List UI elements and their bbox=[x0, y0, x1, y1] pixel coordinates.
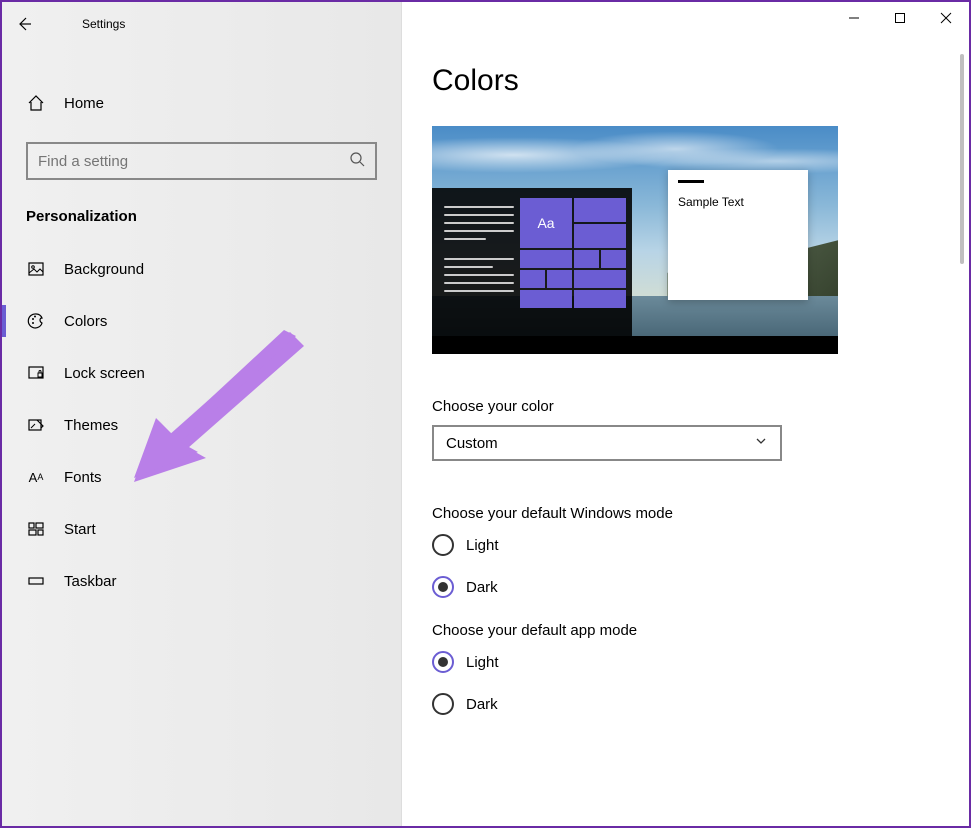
windows-mode-group: Light Dark bbox=[432, 534, 919, 598]
sidebar-item-taskbar[interactable]: Taskbar bbox=[2, 555, 401, 607]
palette-icon bbox=[26, 311, 46, 331]
back-button[interactable] bbox=[2, 2, 46, 46]
preview-tile-aa: Aa bbox=[520, 198, 572, 248]
scrollbar[interactable] bbox=[957, 54, 967, 824]
category-header: Personalization bbox=[26, 208, 377, 225]
radio-windows-dark[interactable]: Dark bbox=[432, 576, 919, 598]
sidebar-item-background[interactable]: Background bbox=[2, 243, 401, 295]
picture-icon bbox=[26, 259, 46, 279]
taskbar-icon bbox=[26, 571, 46, 591]
radio-icon bbox=[432, 651, 454, 673]
window-title: Settings bbox=[82, 17, 125, 31]
radio-app-dark[interactable]: Dark bbox=[432, 693, 919, 715]
scrollbar-thumb[interactable] bbox=[960, 54, 964, 264]
content-area: Colors Aa bbox=[402, 2, 969, 826]
chevron-down-icon bbox=[754, 434, 768, 453]
windows-mode-label: Choose your default Windows mode bbox=[432, 505, 919, 522]
home-nav[interactable]: Home bbox=[2, 84, 401, 122]
themes-icon bbox=[26, 415, 46, 435]
radio-icon bbox=[432, 576, 454, 598]
sidebar-item-label: Taskbar bbox=[64, 573, 117, 590]
search-icon bbox=[349, 151, 365, 172]
sidebar: Settings Home Personalization Background… bbox=[2, 2, 402, 826]
radio-windows-light[interactable]: Light bbox=[432, 534, 919, 556]
app-mode-group: Light Dark bbox=[432, 651, 919, 715]
settings-window: Settings Home Personalization Background… bbox=[0, 0, 971, 828]
sidebar-item-label: Colors bbox=[64, 313, 107, 330]
home-icon bbox=[26, 94, 46, 112]
home-label: Home bbox=[64, 95, 104, 112]
dropdown-value: Custom bbox=[446, 435, 498, 452]
sidebar-item-label: Lock screen bbox=[64, 365, 145, 382]
page-title: Colors bbox=[432, 64, 919, 98]
color-preview: Aa Sample Text bbox=[432, 126, 838, 354]
sidebar-item-label: Background bbox=[64, 261, 144, 278]
radio-label: Light bbox=[466, 537, 499, 554]
sidebar-item-label: Fonts bbox=[64, 469, 102, 486]
radio-app-light[interactable]: Light bbox=[432, 651, 919, 673]
sidebar-item-label: Themes bbox=[64, 417, 118, 434]
radio-label: Dark bbox=[466, 696, 498, 713]
preview-sample-text: Sample Text bbox=[678, 195, 798, 209]
titlebar: Settings bbox=[2, 2, 401, 46]
sidebar-item-lock-screen[interactable]: Lock screen bbox=[2, 347, 401, 399]
radio-label: Dark bbox=[466, 579, 498, 596]
minimize-button[interactable] bbox=[831, 2, 877, 34]
fonts-icon: AA bbox=[26, 467, 46, 487]
search-box[interactable] bbox=[26, 142, 377, 180]
app-mode-label: Choose your default app mode bbox=[432, 622, 919, 639]
preview-sample-window: Sample Text bbox=[668, 170, 808, 300]
sidebar-item-label: Start bbox=[64, 521, 96, 538]
sidebar-item-start[interactable]: Start bbox=[2, 503, 401, 555]
sidebar-item-themes[interactable]: Themes bbox=[2, 399, 401, 451]
maximize-button[interactable] bbox=[877, 2, 923, 34]
radio-icon bbox=[432, 693, 454, 715]
radio-label: Light bbox=[466, 654, 499, 671]
choose-color-dropdown[interactable]: Custom bbox=[432, 425, 782, 461]
search-input[interactable] bbox=[38, 153, 349, 170]
window-controls bbox=[831, 2, 969, 34]
lock-screen-icon bbox=[26, 363, 46, 383]
radio-icon bbox=[432, 534, 454, 556]
preview-start-menu: Aa bbox=[432, 188, 632, 336]
close-button[interactable] bbox=[923, 2, 969, 34]
sidebar-item-fonts[interactable]: AA Fonts bbox=[2, 451, 401, 503]
choose-color-label: Choose your color bbox=[432, 398, 919, 415]
start-icon bbox=[26, 519, 46, 539]
sidebar-item-colors[interactable]: Colors bbox=[2, 295, 401, 347]
